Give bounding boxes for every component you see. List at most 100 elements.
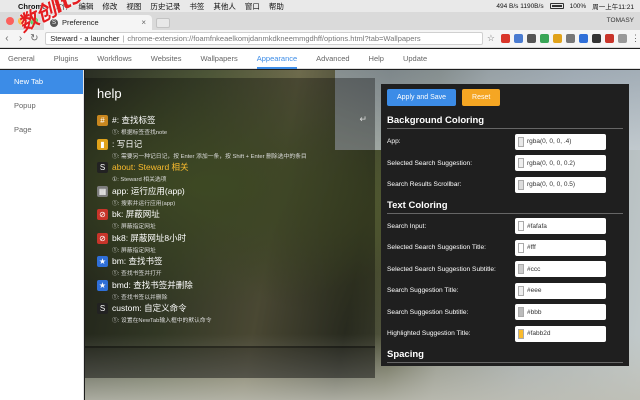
color-input[interactable] [527, 265, 605, 273]
color-field[interactable] [515, 325, 606, 342]
color-swatch[interactable] [518, 158, 524, 169]
help-item[interactable]: ★ bmd: 查找书签并删除 ①: 查找书签以并删除 [97, 279, 367, 301]
tab-general[interactable]: General [8, 49, 35, 69]
chrome-menu-icon[interactable]: ⋮ [631, 34, 640, 43]
color-field[interactable] [515, 176, 606, 193]
bookmark-star-toolbar-icon[interactable]: ☆ [487, 33, 495, 44]
text-color-row: Highlighted Suggestion Title: [381, 323, 629, 345]
text-color-label: Selected Search Suggestion Title: [387, 244, 486, 252]
menu-help[interactable]: 帮助 [269, 1, 284, 12]
text-color-label: Search Suggestion Title: [387, 287, 459, 295]
text-color-label: Highlighted Suggestion Title: [387, 330, 471, 338]
extension-icon-3[interactable] [527, 34, 536, 43]
extension-icon-10[interactable] [618, 34, 627, 43]
color-field[interactable] [515, 133, 606, 150]
color-swatch[interactable] [518, 307, 524, 318]
background-color-row: Search Results Scrollbar: [381, 174, 629, 196]
help-item-text: bm: 查找书签 ①: 查找书签并打开 [112, 255, 163, 277]
clock[interactable]: 周一上午11:21 [592, 1, 634, 11]
color-input[interactable] [527, 222, 605, 230]
help-item[interactable]: ⊘ bk8: 屏蔽网址8小时 ①: 屏蔽指定网址 [97, 232, 367, 254]
profile-name[interactable]: TOMASY [607, 17, 634, 24]
reset-button[interactable]: Reset [462, 89, 501, 106]
color-input[interactable] [527, 181, 605, 189]
color-input[interactable] [527, 159, 605, 167]
help-item[interactable]: ⊘ bk: 屏蔽网址 ①: 屏蔽指定网址 [97, 208, 367, 230]
tab-help[interactable]: Help [369, 49, 384, 69]
color-swatch[interactable] [518, 136, 524, 147]
background-color-label: Selected Search Suggestion: [387, 159, 473, 167]
sidebar-item-popup[interactable]: Popup [0, 94, 83, 118]
help-item[interactable]: ▮: 写日记 ①: 需要另一种记日记，按 Enter 添加一条，按 Shift +… [97, 138, 367, 160]
battery-icon[interactable] [549, 3, 564, 9]
bookmark-star-icon: ★ [97, 256, 108, 267]
tab-wallpapers[interactable]: Wallpapers [200, 49, 237, 69]
sidebar-item-page[interactable]: Page [0, 118, 83, 142]
address-bar[interactable]: Steward - a launcher | chrome-extension:… [45, 32, 483, 45]
menu-people[interactable]: 其他人 [213, 1, 236, 12]
color-swatch[interactable] [518, 221, 524, 232]
extension-icon-7[interactable] [579, 34, 588, 43]
help-item-title: bm: 查找书签 [112, 256, 163, 266]
color-swatch[interactable] [518, 264, 524, 275]
tab-advanced[interactable]: Advanced [316, 49, 349, 69]
color-input[interactable] [527, 308, 605, 316]
help-item[interactable]: ★ bm: 查找书签 ①: 查找书签并打开 [97, 255, 367, 277]
new-tab-button[interactable] [156, 18, 170, 28]
color-field[interactable] [515, 218, 606, 235]
search-input[interactable] [91, 350, 361, 365]
menu-modify[interactable]: 修改 [102, 1, 117, 12]
color-input[interactable] [527, 287, 605, 295]
apply-and-save-button[interactable]: Apply and Save [387, 89, 457, 106]
help-item-desc: ①: 查找书签以并删除 [112, 294, 168, 301]
extension-icon-8[interactable] [592, 34, 601, 43]
color-swatch[interactable] [518, 328, 524, 339]
close-window-button[interactable] [6, 17, 14, 25]
menu-window[interactable]: 窗口 [245, 1, 260, 12]
tab-plugins[interactable]: Plugins [54, 49, 79, 69]
help-item[interactable]: Sabout: Steward 相关 ①: Steward 相关选项 [97, 161, 367, 183]
text-color-row: Search Input: [381, 216, 629, 238]
extension-icon-5[interactable] [553, 34, 562, 43]
color-input[interactable] [527, 244, 605, 252]
color-field[interactable] [515, 155, 606, 172]
color-field[interactable] [515, 282, 606, 299]
extension-icon-2[interactable] [514, 34, 523, 43]
color-swatch[interactable] [518, 242, 524, 253]
help-item-desc: ①: 搜索并运行应用(app) [112, 200, 176, 207]
extension-icon-4[interactable] [540, 34, 549, 43]
action-buttons: Apply and Save Reset [381, 84, 629, 111]
text-color-row: Selected Search Suggestion Title: [381, 237, 629, 259]
color-field[interactable] [515, 304, 606, 321]
color-field[interactable] [515, 261, 606, 278]
background-color-label: App: [387, 138, 401, 146]
menu-history[interactable]: 历史记录 [150, 1, 180, 12]
help-title: help [97, 86, 122, 101]
help-item[interactable]: Scustom: 自定义命令 ①: 设置在NewTab输入框中的默认命令 [97, 302, 367, 324]
close-tab-icon[interactable]: × [141, 18, 146, 27]
help-item-desc: ①: 设置在NewTab输入框中的默认命令 [112, 318, 212, 324]
color-input[interactable] [527, 138, 605, 146]
help-item[interactable]: ▦ app: 运行应用(app) ①: 搜索并运行应用(app) [97, 185, 367, 207]
tab-update[interactable]: Update [403, 49, 427, 69]
help-item[interactable]: # #: 查找标签 ①: 根据标签查找note [97, 114, 367, 136]
sidebar-item-new-tab[interactable]: New Tab [0, 70, 83, 94]
tab-workflows[interactable]: Workflows [97, 49, 131, 69]
back-arrow-icon[interactable]: ‹ [0, 33, 14, 44]
extension-icon-1[interactable] [501, 34, 510, 43]
tab-appearance[interactable]: Appearance [256, 49, 298, 69]
extension-icon-9[interactable] [605, 34, 614, 43]
help-item-desc: ①: Steward 相关选项 [112, 177, 167, 183]
menu-view[interactable]: 视图 [126, 1, 141, 12]
tab-websites[interactable]: Websites [151, 49, 182, 69]
help-item-title: about: Steward 相关 [112, 162, 189, 172]
color-input[interactable] [527, 330, 605, 338]
extension-icon-6[interactable] [566, 34, 575, 43]
color-swatch[interactable] [518, 285, 524, 296]
background-color-row: Selected Search Suggestion: [381, 153, 629, 175]
color-swatch[interactable] [518, 179, 524, 190]
color-field[interactable] [515, 239, 606, 256]
help-item-text: app: 运行应用(app) ①: 搜索并运行应用(app) [112, 185, 185, 207]
custom-command-icon: S [97, 303, 108, 314]
menu-bookmarks[interactable]: 书签 [189, 1, 204, 12]
